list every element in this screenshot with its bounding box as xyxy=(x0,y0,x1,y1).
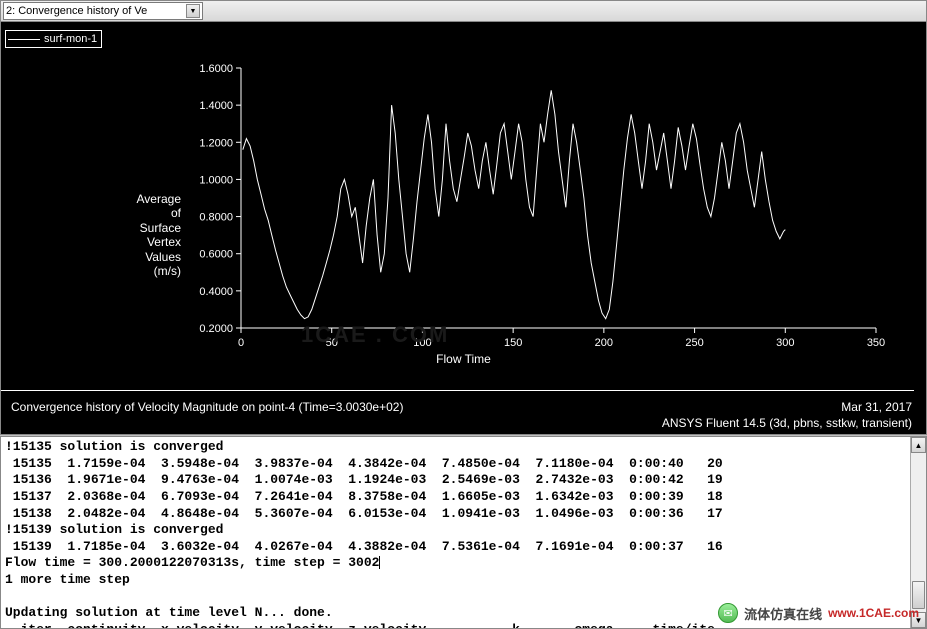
svg-text:1.2000: 1.2000 xyxy=(199,137,233,149)
svg-text:250: 250 xyxy=(685,337,703,349)
svg-text:350: 350 xyxy=(867,337,885,349)
legend: surf-mon-1 xyxy=(5,30,102,48)
chevron-down-icon[interactable]: ▼ xyxy=(186,4,200,18)
watermark-text: 1CAE . COM xyxy=(301,322,449,348)
chart-canvas: 0.2000 0.4000 0.6000 0.8000 1.0000 1.2000 1.40… xyxy=(186,58,886,368)
caption-title: Convergence history of Velocity Magnitud… xyxy=(11,400,403,414)
caption-row: Convergence history of Velocity Magnitud… xyxy=(11,400,912,414)
svg-text:1.6000: 1.6000 xyxy=(199,63,233,75)
legend-swatch xyxy=(8,39,40,40)
svg-text:0.6000: 0.6000 xyxy=(199,249,233,261)
legend-label: surf-mon-1 xyxy=(44,33,97,45)
svg-text:0.8000: 0.8000 xyxy=(199,212,233,224)
svg-text:150: 150 xyxy=(504,337,522,349)
svg-text:1.0000: 1.0000 xyxy=(199,174,233,186)
svg-text:0.4000: 0.4000 xyxy=(199,286,233,298)
svg-text:300: 300 xyxy=(776,337,794,349)
scrollbar[interactable]: ▲ ▼ xyxy=(910,437,926,628)
footer-cn: 流体仿真在线 xyxy=(744,604,822,623)
footer-url: www.1CAE.com xyxy=(828,606,919,620)
svg-text:1.4000: 1.4000 xyxy=(199,100,233,112)
console-output: !15135 solution is converged 15135 1.715… xyxy=(1,437,910,628)
wechat-icon: ✉ xyxy=(718,603,738,623)
plot-area: surf-mon-1 AverageofSurfaceVertexValues(… xyxy=(0,22,927,435)
caption-solver: ANSYS Fluent 14.5 (3d, pbns, sstkw, tran… xyxy=(662,416,912,430)
toolbar: 2: Convergence history of Ve ▼ xyxy=(0,0,927,22)
console-panel: !15135 solution is converged 15135 1.715… xyxy=(0,436,927,629)
dropdown-value: 2: Convergence history of Ve xyxy=(6,5,147,17)
view-dropdown[interactable]: 2: Convergence history of Ve ▼ xyxy=(3,2,203,20)
footer-watermark: ✉ 流体仿真在线 www.1CAE.com xyxy=(718,603,919,623)
scroll-up-button[interactable]: ▲ xyxy=(911,437,926,453)
x-axis-label: Flow Time xyxy=(436,352,491,366)
divider xyxy=(1,390,914,391)
svg-text:0: 0 xyxy=(238,337,244,349)
svg-text:200: 200 xyxy=(595,337,613,349)
caption-date: Mar 31, 2017 xyxy=(841,400,912,414)
svg-text:0.2000: 0.2000 xyxy=(199,323,233,335)
scroll-track[interactable] xyxy=(911,453,926,612)
y-axis-label: AverageofSurfaceVertexValues(m/s) xyxy=(101,192,181,278)
